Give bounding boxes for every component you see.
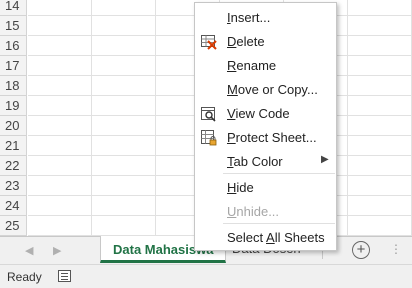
menu-item-rename[interactable]: Rename [195, 55, 336, 77]
tab-split-handle[interactable]: ⋮ [390, 242, 402, 256]
delete-sheet-icon [201, 35, 217, 50]
row-header[interactable]: 16 [0, 36, 27, 56]
grid-line [155, 0, 156, 236]
menu-item-view-code[interactable]: View Code [195, 103, 336, 125]
grid-line [91, 0, 92, 236]
add-sheet-button[interactable]: + [352, 241, 370, 259]
row-header[interactable]: 21 [0, 136, 27, 156]
row-header[interactable]: 24 [0, 196, 27, 216]
menu-item-protect-sheet[interactable]: Protect Sheet... [195, 127, 336, 149]
row-header[interactable]: 18 [0, 76, 27, 96]
menu-item-label: Protect Sheet... [227, 130, 317, 145]
menu-item-label: Delete [227, 34, 265, 49]
menu-item-label: Move or Copy... [227, 82, 318, 97]
row-header[interactable]: 14 [0, 0, 27, 16]
menu-item-hide[interactable]: Hide [195, 177, 336, 199]
menu-item-select-all-sheets[interactable]: Select All Sheets [195, 227, 336, 249]
menu-item-label: Unhide... [227, 204, 280, 219]
menu-item-label: Rename [227, 58, 277, 73]
grid-line [347, 0, 348, 236]
menu-item-insert[interactable]: Insert... [195, 7, 336, 29]
row-header[interactable]: 17 [0, 56, 27, 76]
row-header[interactable]: 20 [0, 116, 27, 136]
view-code-icon [201, 107, 216, 122]
menu-item-label: Select All Sheets [227, 230, 325, 245]
menu-item-tab-color[interactable]: Tab Color ▶ [195, 151, 336, 173]
row-header[interactable]: 19 [0, 96, 27, 116]
submenu-arrow-icon: ▶ [321, 154, 329, 165]
menu-item-label: Tab Color [227, 154, 283, 169]
sheet-context-menu: Insert... Delete Rename Move or Copy... … [194, 2, 337, 251]
menu-separator [223, 173, 335, 174]
menu-item-label: Insert... [227, 10, 271, 25]
scroll-left-icon[interactable]: ◀ [25, 244, 33, 257]
menu-item-move-or-copy[interactable]: Move or Copy... [195, 79, 336, 101]
row-header[interactable]: 25 [0, 216, 27, 236]
menu-item-label: Hide [227, 180, 254, 195]
menu-item-delete[interactable]: Delete [195, 31, 336, 53]
status-bar: Ready [0, 264, 412, 288]
menu-item-unhide: Unhide... [195, 201, 336, 223]
row-headers: 14 15 16 17 18 19 20 21 22 23 24 25 [0, 0, 27, 236]
protect-sheet-icon [201, 130, 217, 146]
row-header[interactable]: 15 [0, 16, 27, 36]
menu-separator [223, 223, 335, 224]
scroll-right-icon[interactable]: ▶ [53, 244, 61, 257]
row-header[interactable]: 22 [0, 156, 27, 176]
menu-item-label: View Code [227, 106, 290, 121]
status-text: Ready [7, 270, 42, 284]
row-header[interactable]: 23 [0, 176, 27, 196]
macro-recording-icon[interactable] [58, 270, 71, 282]
